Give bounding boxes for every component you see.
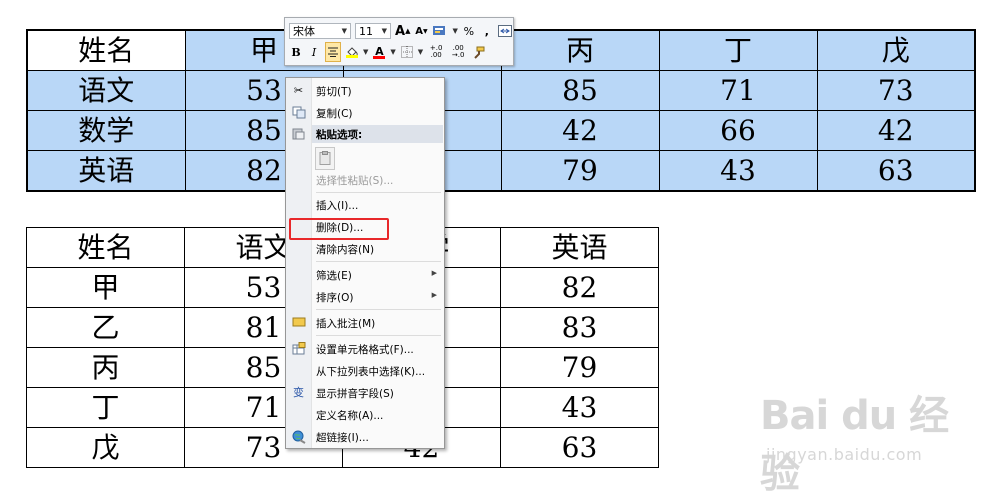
font-grow-icon[interactable]: A ▲ xyxy=(395,22,410,40)
comment-icon xyxy=(291,316,306,330)
row-label-cell[interactable]: 数学 xyxy=(26,110,186,151)
value-cell[interactable]: 42 xyxy=(816,110,976,151)
menu-item-format-cells[interactable]: 设置单元格格式(F)... xyxy=(286,339,444,359)
value-cell[interactable]: 79 xyxy=(500,347,659,388)
paste-clipboard-icon xyxy=(319,151,331,168)
baidu-jingyan-watermark: Bai du 经验 jingyan.baidu.com xyxy=(760,383,960,497)
header-cell[interactable]: 英语 xyxy=(500,227,659,268)
row-label-cell[interactable]: 语文 xyxy=(26,70,186,111)
value-cell[interactable]: 63 xyxy=(816,150,976,192)
table-row: 英语8283794363 xyxy=(26,150,976,192)
menu-item-clear-contents[interactable]: 清除内容(N) xyxy=(286,239,444,259)
fill-color-icon[interactable] xyxy=(345,43,359,61)
row-label-cell[interactable]: 英语 xyxy=(26,150,186,192)
chevron-down-icon[interactable]: ▼ xyxy=(418,48,423,56)
paste-option-button[interactable] xyxy=(315,147,335,170)
chevron-down-icon[interactable]: ▼ xyxy=(363,48,368,56)
table-row: 语文5381857173 xyxy=(26,70,976,111)
row-label-cell[interactable]: 丙 xyxy=(26,347,185,388)
header-cell[interactable]: 戊 xyxy=(816,29,976,71)
menu-item-sort[interactable]: 排序(O) ▶ xyxy=(286,287,444,307)
italic-button[interactable]: I xyxy=(307,43,321,61)
menu-item-paste-special[interactable]: 选择性粘贴(S)... xyxy=(286,170,444,190)
header-cell[interactable]: 姓名 xyxy=(26,227,185,268)
value-cell[interactable]: 43 xyxy=(658,150,818,192)
row-label-cell[interactable]: 甲 xyxy=(26,267,185,308)
font-name-value: 宋体 xyxy=(293,25,315,38)
font-size-combo[interactable]: 11 ▼ xyxy=(355,23,391,39)
menu-separator xyxy=(316,309,441,310)
font-color-swatch xyxy=(373,55,386,59)
watermark-logo: Bai du 经验 xyxy=(760,393,949,497)
merge-center-icon[interactable] xyxy=(497,22,512,40)
value-cell[interactable]: 73 xyxy=(816,70,976,111)
font-size-value: 11 xyxy=(359,24,373,38)
menu-item-pick-from-list[interactable]: 从下拉列表中选择(K)... xyxy=(286,361,444,381)
paste-options-header: 粘贴选项: xyxy=(312,125,443,143)
decrease-decimal-button[interactable]: .00 →.0 xyxy=(449,43,467,61)
row-label-cell[interactable]: 乙 xyxy=(26,307,185,348)
font-name-combo[interactable]: 宋体 ▼ xyxy=(289,23,351,39)
hyperlink-globe-icon xyxy=(291,430,306,444)
format-painter-icon[interactable] xyxy=(471,43,485,61)
chevron-down-icon[interactable]: ▼ xyxy=(452,27,457,35)
menu-separator xyxy=(316,261,441,262)
chevron-down-icon[interactable]: ▼ xyxy=(342,27,347,35)
header-cell[interactable]: 丁 xyxy=(658,29,818,71)
mini-toolbar: 宋体 ▼ 11 ▼ A ▲ A ▼ ▼ % , B I ▼ A ▼ ▼ +.0 … xyxy=(284,17,514,66)
context-menu: ✂ 剪切(T) 复制(C) 粘贴选项: 选择性粘贴(S)... 插入(I)...… xyxy=(285,77,445,449)
menu-item-cut[interactable]: ✂ 剪切(T) xyxy=(286,81,444,101)
border-icon[interactable] xyxy=(400,43,414,61)
value-cell[interactable]: 71 xyxy=(658,70,818,111)
menu-item-phonetic[interactable]: 变 显示拼音字段(S) xyxy=(286,383,444,403)
paste-header-icon-cell xyxy=(286,124,311,144)
menu-item-filter[interactable]: 筛选(E) ▶ xyxy=(286,265,444,285)
phonetic-icon: 变 xyxy=(293,386,304,399)
fill-color-swatch xyxy=(346,55,358,58)
chevron-down-icon[interactable]: ▼ xyxy=(390,48,395,56)
value-cell[interactable]: 66 xyxy=(658,110,818,151)
value-cell[interactable]: 43 xyxy=(500,387,659,428)
menu-item-define-name[interactable]: 定义名称(A)... xyxy=(286,405,444,425)
value-cell[interactable]: 82 xyxy=(500,267,659,308)
format-cells-icon xyxy=(291,342,306,356)
submenu-arrow-icon: ▶ xyxy=(431,291,437,299)
menu-item-insert-comment[interactable]: 插入批注(M) xyxy=(286,313,444,333)
watermark-url: jingyan.baidu.com xyxy=(766,445,923,464)
align-center-icon[interactable] xyxy=(325,42,341,62)
font-color-icon[interactable]: A xyxy=(372,43,386,61)
scissors-icon: ✂ xyxy=(293,84,304,97)
value-cell[interactable]: 85 xyxy=(500,70,660,111)
delete-highlight-box xyxy=(289,218,389,240)
header-cell[interactable]: 丙 xyxy=(500,29,660,71)
menu-item-copy[interactable]: 复制(C) xyxy=(286,103,444,123)
percent-button[interactable]: % xyxy=(462,22,476,40)
chevron-down-icon[interactable]: ▼ xyxy=(382,27,387,35)
bold-button[interactable]: B xyxy=(289,43,303,61)
increase-decimal-button[interactable]: +.0 .00 xyxy=(427,43,445,61)
value-cell[interactable]: 83 xyxy=(500,307,659,348)
font-shrink-icon[interactable]: A ▼ xyxy=(414,22,428,40)
clipboard-icon xyxy=(291,127,306,141)
row-label-cell[interactable]: 戊 xyxy=(26,427,185,468)
submenu-arrow-icon: ▶ xyxy=(431,269,437,277)
row-label-cell[interactable]: 丁 xyxy=(26,387,185,428)
menu-item-insert[interactable]: 插入(I)... xyxy=(286,195,444,215)
value-cell[interactable]: 79 xyxy=(500,150,660,192)
comma-style-button[interactable]: , xyxy=(480,22,494,40)
header-cell[interactable]: 姓名 xyxy=(26,29,186,71)
number-format-icon[interactable] xyxy=(432,22,448,40)
copy-icon xyxy=(291,106,306,120)
menu-separator xyxy=(316,192,441,193)
table-row: 数学8575426642 xyxy=(26,110,976,151)
value-cell[interactable]: 63 xyxy=(500,427,659,468)
value-cell[interactable]: 42 xyxy=(500,110,660,151)
menu-item-hyperlink[interactable]: 超链接(I)... xyxy=(286,427,444,447)
menu-separator xyxy=(316,335,441,336)
